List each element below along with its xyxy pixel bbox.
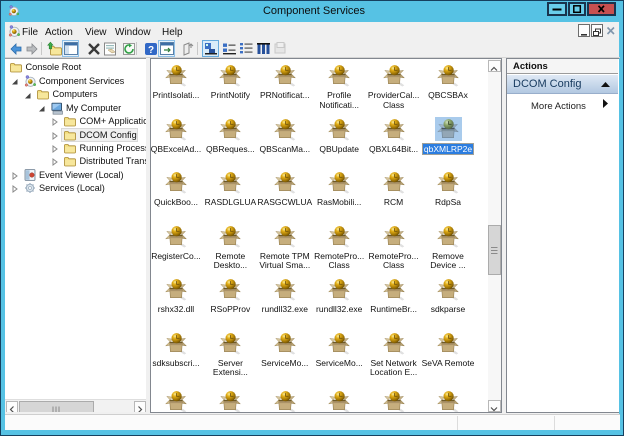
svg-text:?: ? [148,45,154,56]
